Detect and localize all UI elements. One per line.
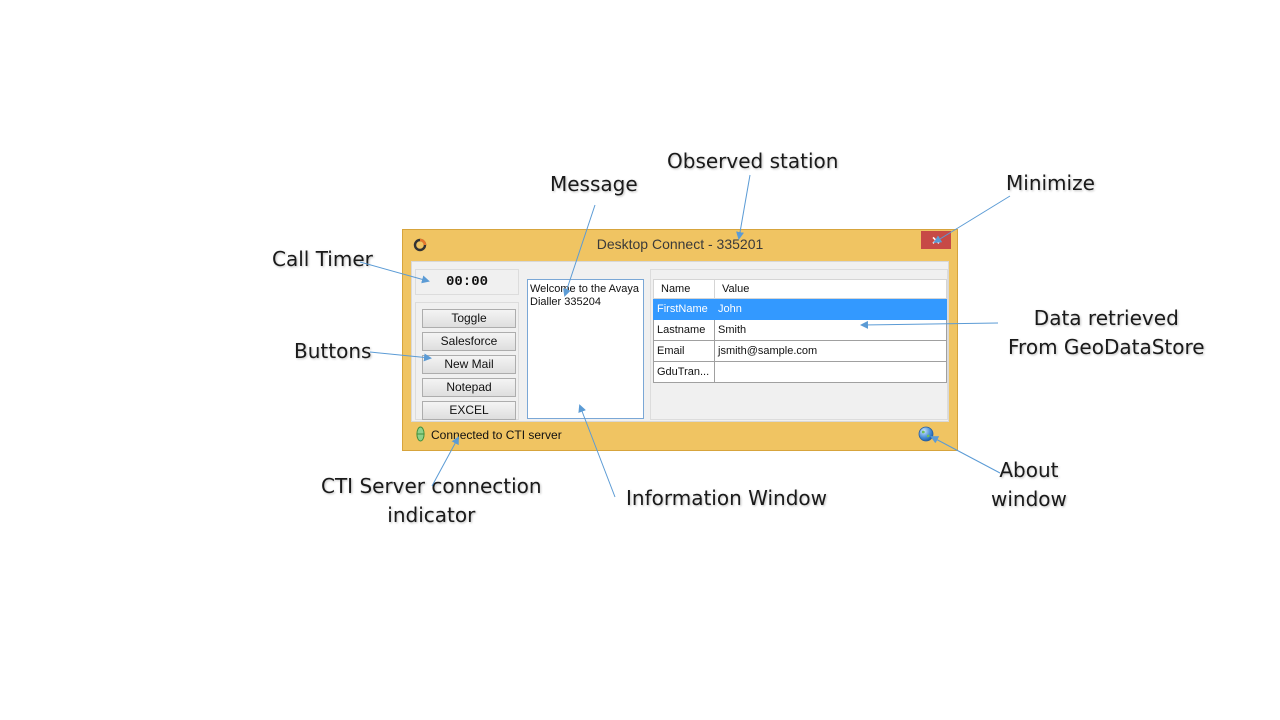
grid-header-row: Name Value [653,279,947,299]
notepad-button[interactable]: Notepad [422,378,516,397]
data-grid[interactable]: Name Value FirstName John Lastname Smith… [653,279,947,383]
call-timer: 00:00 [415,269,519,295]
callout-about-line2: window [991,487,1067,511]
globe-icon[interactable] [918,426,934,442]
callout-minimize: Minimize [1006,171,1095,195]
grid-cell-name: Lastname [653,319,715,341]
grid-row[interactable]: GduTran... [653,361,947,383]
close-button[interactable]: × [921,231,951,249]
callout-cti-indicator: CTI Server connection indicator [321,472,542,530]
connection-indicator-icon [416,426,425,442]
grid-row[interactable]: Email jsmith@sample.com [653,340,947,362]
callout-observed-station: Observed station [667,149,839,173]
excel-button[interactable]: EXCEL [422,401,516,420]
close-icon: × [931,232,941,248]
callout-about-line1: About [999,458,1059,482]
callout-data-retrieved-line1: Data retrieved [1033,306,1179,330]
callout-data-retrieved-line2: From GeoDataStore [1008,335,1205,359]
grid-cell-value: jsmith@sample.com [714,340,947,362]
grid-row[interactable]: Lastname Smith [653,319,947,341]
callout-buttons: Buttons [294,339,372,363]
message-text: Welcome to the Avaya Dialler 335204 [530,283,640,308]
new-mail-button[interactable]: New Mail [422,355,516,374]
callout-call-timer: Call Timer [272,247,373,271]
callout-cti-line2: indicator [387,503,476,527]
callout-cti-line1: CTI Server connection [321,474,542,498]
callout-data-retrieved: Data retrieved From GeoDataStore [1008,304,1205,362]
window-title: Desktop Connect - 335201 [596,236,764,252]
grid-cell-value: Smith [714,319,947,341]
information-window[interactable]: Welcome to the Avaya Dialler 335204 [527,279,644,419]
toggle-button[interactable]: Toggle [422,309,516,328]
window-client-area: 00:00 Toggle Salesforce New Mail Notepad… [411,261,949,422]
grid-cell-value: John [714,298,947,320]
desktop-connect-window: Desktop Connect - 335201 × 00:00 Toggle … [402,229,958,451]
grid-cell-name: GduTran... [653,361,715,383]
grid-row[interactable]: FirstName John [653,298,947,320]
title-bar[interactable]: Desktop Connect - 335201 × [403,230,957,260]
buttons-panel: Toggle Salesforce New Mail Notepad EXCEL [415,302,519,420]
callout-message: Message [550,172,638,196]
salesforce-button[interactable]: Salesforce [422,332,516,351]
connection-status-text: Connected to CTI server [431,428,562,442]
callout-about-window: About window [991,456,1067,514]
data-grid-panel: Name Value FirstName John Lastname Smith… [650,269,948,420]
grid-cell-value [714,361,947,383]
grid-header-name[interactable]: Name [653,279,715,299]
callout-information-window: Information Window [626,486,827,510]
grid-cell-name: Email [653,340,715,362]
grid-cell-name: FirstName [653,298,715,320]
status-bar: Connected to CTI server [411,423,949,445]
grid-header-value[interactable]: Value [714,279,947,299]
